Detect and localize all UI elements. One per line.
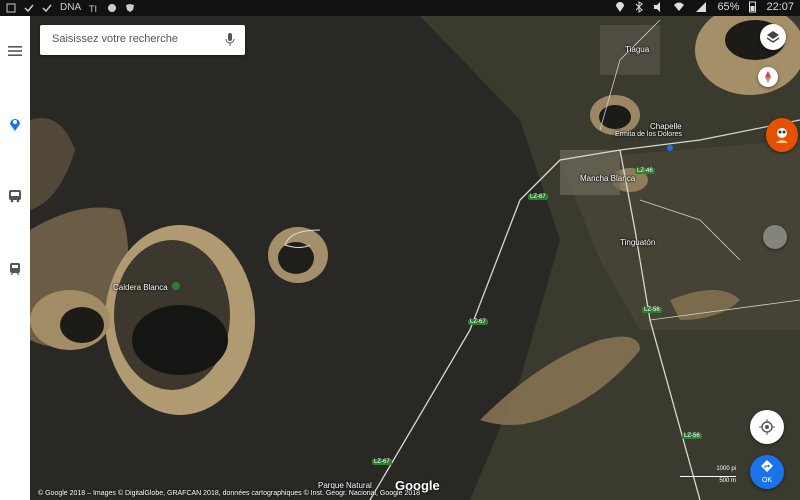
signal-icon: [696, 2, 707, 12]
compass-button[interactable]: [758, 67, 778, 87]
map-attribution[interactable]: © Google 2018 – Images © DigitalGlobe, G…: [38, 490, 420, 497]
place-label[interactable]: Parque Natural: [318, 481, 372, 490]
road-label: LZ-67: [468, 319, 488, 325]
satellite-map[interactable]: Caldera Blanca Tiagua Chapelle Ermita de…: [30, 16, 800, 500]
avatar[interactable]: [766, 118, 798, 152]
shield-icon: [126, 3, 135, 12]
directions-label: OK: [761, 477, 773, 484]
map-canvas[interactable]: [30, 16, 800, 500]
wifi-icon: [674, 2, 685, 11]
status-bar: DNA TI 65% 22:07: [0, 0, 800, 16]
scale-label-feet: 1000 pi: [716, 466, 736, 472]
microphone-icon[interactable]: [225, 32, 235, 48]
vpn-icon: [108, 3, 117, 12]
transit-bus-icon[interactable]: [5, 186, 25, 206]
place-label[interactable]: Mancha Blanca: [580, 174, 635, 183]
directions-button[interactable]: OK: [750, 455, 784, 489]
location-icon: [616, 2, 625, 12]
road-label: LZ-56: [682, 433, 702, 439]
place-label[interactable]: Chapelle: [650, 122, 682, 131]
clock: 22:07: [766, 1, 794, 13]
google-logo: Google: [395, 478, 440, 493]
compass-icon: [765, 71, 771, 83]
explore-icon[interactable]: [5, 114, 25, 134]
my-location-button[interactable]: [750, 410, 784, 444]
sidebar: [0, 16, 30, 500]
layers-button[interactable]: [760, 24, 786, 50]
search-box[interactable]: Saisissez votre recherche: [40, 25, 245, 55]
road-label: LZ-46: [635, 168, 655, 174]
mute-icon: [654, 2, 661, 12]
svg-text:TI: TI: [89, 4, 97, 13]
check-icon: [24, 4, 34, 12]
train-icon[interactable]: [5, 259, 25, 279]
battery-icon: [749, 1, 757, 13]
search-input[interactable]: Saisissez votre recherche: [52, 33, 178, 45]
scale-bar: 1000 pi 500 m: [680, 466, 736, 488]
place-label[interactable]: Tiagua: [625, 45, 649, 54]
bluetooth-icon: [636, 1, 644, 13]
scale-label-meters: 500 m: [719, 478, 736, 484]
dna-badge: DNA: [60, 2, 82, 13]
check-icon: [42, 4, 52, 12]
place-label[interactable]: Tinguatón: [620, 238, 655, 247]
ermita-pin[interactable]: [667, 145, 673, 151]
image-icon: [6, 3, 16, 12]
layers-icon: [766, 31, 780, 43]
place-label[interactable]: Ermita de los Dolores: [615, 131, 682, 138]
menu-icon[interactable]: [5, 41, 25, 61]
road-label: LZ-67: [528, 194, 548, 200]
my-location-icon: [759, 419, 775, 435]
profile-avatar-icon: [776, 128, 788, 143]
road-label: LZ-56: [642, 307, 662, 313]
battery-level: 65%: [717, 1, 740, 13]
tripadvisor-icon: TI: [89, 4, 97, 13]
directions-icon: [761, 460, 773, 472]
scroll-handle[interactable]: [763, 225, 787, 249]
road-label: LZ-67: [372, 459, 392, 465]
caldera-blanca-pin[interactable]: [172, 282, 180, 290]
place-label[interactable]: Caldera Blanca: [113, 283, 168, 292]
